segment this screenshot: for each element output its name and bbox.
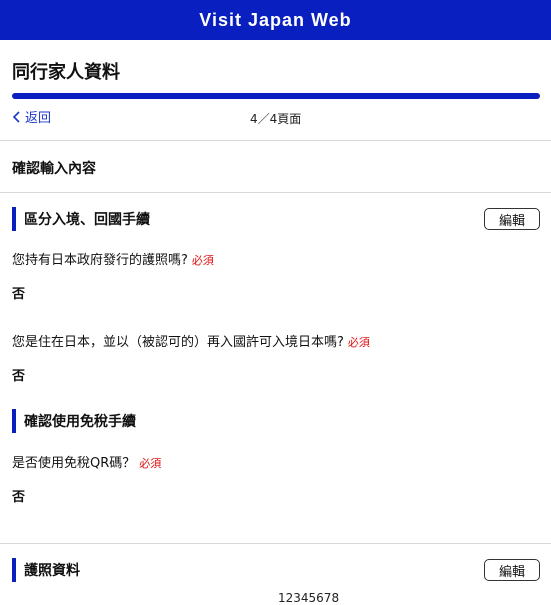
back-link[interactable]: 返回 — [12, 107, 51, 126]
progress-bar — [12, 93, 540, 99]
question-text: 您是住在日本，並以（被認可的）再入國許可入境日本嗎? — [12, 335, 344, 350]
answer-passport: 否 — [12, 287, 26, 302]
page-indicator: 4／4頁面 — [250, 112, 302, 126]
edit-passport-button[interactable]: 編輯 — [484, 559, 540, 581]
edit-entry-button[interactable]: 編輯 — [484, 208, 540, 230]
section-accent-bar — [12, 558, 16, 582]
section-accent-bar — [12, 207, 16, 231]
question-reentry: 您是住在日本，並以（被認可的）再入國許可入境日本嗎? 必須 — [12, 331, 370, 350]
back-label: 返回 — [25, 111, 52, 126]
confirm-heading: 確認輸入內容 — [12, 161, 96, 177]
section-title: 確認使用免稅手續 — [24, 414, 136, 430]
app-title: Visit Japan Web — [199, 9, 352, 30]
question-passport: 您持有日本政府發行的護照嗎? 必須 — [12, 249, 214, 268]
answer-taxfree: 否 — [12, 490, 26, 505]
question-text: 是否使用免稅QR碼？ — [12, 456, 136, 471]
question-taxfree: 是否使用免稅QR碼？ 必須 — [12, 452, 161, 471]
passport-number-value: 12345678 — [278, 591, 340, 605]
chevron-left-icon — [12, 110, 20, 123]
page-title: 同行家人資料 — [12, 62, 120, 83]
divider — [0, 140, 551, 141]
question-text: 您持有日本政府發行的護照嗎? — [12, 253, 188, 268]
app-header: Visit Japan Web — [0, 0, 551, 40]
divider — [0, 543, 551, 544]
section-header-taxfree: 確認使用免稅手續 — [12, 409, 136, 433]
section-header-passport: 護照資料 — [12, 558, 80, 582]
section-accent-bar — [12, 409, 16, 433]
required-badge: 必須 — [191, 254, 214, 267]
section-header-entry: 區分入境、回國手續 — [12, 207, 150, 231]
section-title: 護照資料 — [24, 563, 80, 579]
required-badge: 必須 — [347, 336, 370, 349]
divider — [0, 192, 551, 193]
answer-reentry: 否 — [12, 369, 26, 384]
required-badge: 必須 — [139, 457, 162, 470]
section-title: 區分入境、回國手續 — [24, 212, 150, 228]
